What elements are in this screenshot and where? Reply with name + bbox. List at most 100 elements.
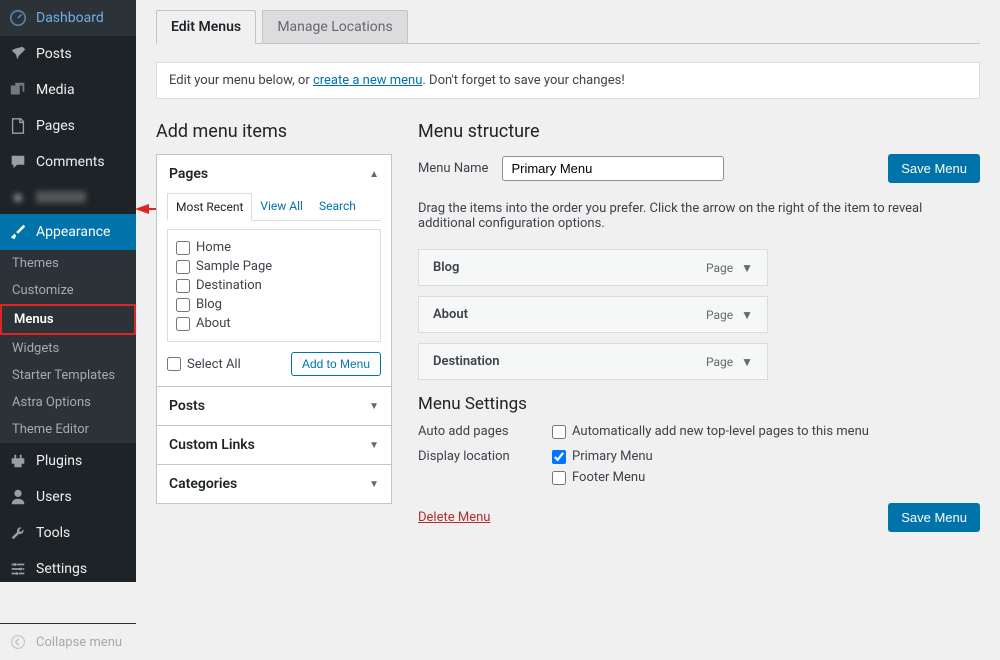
create-menu-link[interactable]: create a new menu	[313, 73, 422, 88]
location-primary-option[interactable]: Primary Menu	[552, 449, 653, 464]
sidebar-label: Tools	[36, 525, 70, 541]
location-primary-checkbox[interactable]	[552, 450, 566, 464]
select-all-checkbox[interactable]	[167, 357, 181, 371]
menu-item-type: Page	[706, 261, 733, 275]
sidebar-label: Users	[36, 489, 72, 505]
admin-sidebar: Dashboard Posts Media Pages Comments ■ A…	[0, 0, 136, 582]
sidebar-label: Gutenberg	[36, 597, 101, 613]
accordion-categories: Categories ▼	[156, 464, 392, 504]
caret-up-icon: ▲	[369, 169, 379, 180]
menu-name-input[interactable]	[502, 156, 724, 181]
sidebar-item-posts[interactable]: Posts	[0, 36, 136, 72]
pages-tab-recent[interactable]: Most Recent	[167, 193, 252, 221]
appearance-submenu: Themes Customize Menus Widgets Starter T…	[0, 250, 136, 443]
caret-down-icon[interactable]: ▼	[741, 261, 753, 275]
sidebar-sub-starter-templates[interactable]: Starter Templates	[0, 362, 136, 389]
add-to-menu-button[interactable]: Add to Menu	[291, 352, 381, 376]
menu-item[interactable]: About Page▼	[418, 296, 768, 333]
wrench-icon	[8, 523, 28, 543]
page-icon	[8, 116, 28, 136]
brush-icon	[8, 222, 28, 242]
structure-heading: Menu structure	[418, 121, 980, 142]
sidebar-item-pages[interactable]: Pages	[0, 108, 136, 144]
page-option[interactable]: Home	[176, 238, 372, 257]
save-menu-button-bottom[interactable]: Save Menu	[888, 503, 980, 532]
sidebar-label: Appearance	[36, 224, 110, 240]
sidebar-label: Pages	[36, 118, 75, 134]
menu-item-type: Page	[706, 355, 733, 369]
accordion-pages-toggle[interactable]: Pages ▲	[157, 155, 391, 193]
sidebar-sub-themes[interactable]: Themes	[0, 250, 136, 277]
sidebar-label: Posts	[36, 46, 72, 62]
accordion-title: Posts	[169, 398, 205, 414]
page-option[interactable]: Destination	[176, 276, 372, 295]
blurred-icon: ■	[8, 187, 28, 207]
delete-menu-link[interactable]: Delete Menu	[418, 510, 490, 525]
sidebar-label: Dashboard	[36, 10, 104, 26]
collapse-menu-button[interactable]: Collapse menu	[0, 623, 136, 660]
tab-edit-menus[interactable]: Edit Menus	[156, 10, 256, 44]
sidebar-item-dashboard[interactable]: Dashboard	[0, 0, 136, 36]
add-items-heading: Add menu items	[156, 121, 392, 142]
caret-down-icon[interactable]: ▼	[741, 308, 753, 322]
sidebar-item-tools[interactable]: Tools	[0, 515, 136, 551]
sidebar-label: Settings	[36, 561, 87, 577]
page-checkbox[interactable]	[176, 298, 190, 312]
sidebar-item-users[interactable]: Users	[0, 479, 136, 515]
menu-item[interactable]: Destination Page ▼	[418, 343, 768, 380]
sidebar-item-media[interactable]: Media	[0, 72, 136, 108]
auto-add-label: Auto add pages	[418, 424, 518, 439]
location-footer-checkbox[interactable]	[552, 471, 566, 485]
caret-down-icon: ▼	[369, 401, 379, 412]
menu-structure-column: Menu structure Menu Name Save Menu Drag …	[418, 121, 980, 532]
location-footer-option[interactable]: Footer Menu	[552, 470, 653, 485]
page-option[interactable]: Blog	[176, 295, 372, 314]
collapse-label: Collapse menu	[36, 635, 122, 650]
sidebar-sub-widgets[interactable]: Widgets	[0, 335, 136, 362]
page-checkbox[interactable]	[176, 241, 190, 255]
page-checkbox[interactable]	[176, 260, 190, 274]
dashboard-icon	[8, 8, 28, 28]
add-items-column: Add menu items Pages ▲ Most Recent View …	[156, 121, 392, 532]
sliders-icon	[8, 559, 28, 579]
menu-item-title: Destination	[433, 354, 500, 369]
auto-add-checkbox[interactable]	[552, 425, 566, 439]
pages-tab-viewall[interactable]: View All	[252, 193, 311, 220]
page-label: Home	[196, 240, 231, 255]
media-icon	[8, 80, 28, 100]
page-option[interactable]: Sample Page	[176, 257, 372, 276]
accordion-categories-toggle[interactable]: Categories ▼	[157, 465, 391, 503]
page-label: Destination	[196, 278, 262, 293]
display-location-label: Display location	[418, 449, 518, 464]
gutenberg-icon	[8, 595, 28, 615]
sidebar-item-comments[interactable]: Comments	[0, 144, 136, 180]
auto-add-option[interactable]: Automatically add new top-level pages to…	[552, 424, 869, 439]
menu-item[interactable]: Blog Page▼	[418, 249, 768, 286]
notice-text: . Don't forget to save your changes!	[422, 73, 624, 88]
caret-down-icon[interactable]: ▼	[741, 355, 753, 369]
pages-checklist: Home Sample Page Destination Blog About	[167, 229, 381, 342]
page-checkbox[interactable]	[176, 279, 190, 293]
sidebar-sub-menus[interactable]: Menus	[0, 304, 136, 335]
caret-down-icon: ▼	[369, 479, 379, 490]
sidebar-item-plugins[interactable]: Plugins	[0, 443, 136, 479]
select-all-option[interactable]: Select All	[167, 355, 241, 374]
accordion-title: Custom Links	[169, 437, 255, 453]
sidebar-sub-astra-options[interactable]: Astra Options	[0, 389, 136, 416]
sidebar-sub-theme-editor[interactable]: Theme Editor	[0, 416, 136, 443]
page-label: Blog	[196, 297, 222, 312]
accordion-custom-links-toggle[interactable]: Custom Links ▼	[157, 426, 391, 464]
sidebar-sub-customize[interactable]: Customize	[0, 277, 136, 304]
tab-manage-locations[interactable]: Manage Locations	[262, 10, 407, 44]
accordion-posts-toggle[interactable]: Posts ▼	[157, 387, 391, 425]
pages-tab-search[interactable]: Search	[311, 193, 364, 220]
sidebar-item-appearance[interactable]: Appearance	[0, 214, 136, 250]
pages-filter-tabs: Most Recent View All Search	[167, 193, 381, 221]
page-label: Sample Page	[196, 259, 272, 274]
page-checkbox[interactable]	[176, 317, 190, 331]
plugin-icon	[8, 451, 28, 471]
nav-tabs: Edit Menus Manage Locations	[156, 10, 980, 44]
save-menu-button-top[interactable]: Save Menu	[888, 154, 980, 183]
page-option[interactable]: About	[176, 314, 372, 333]
sidebar-item-gutenberg[interactable]: Gutenberg	[0, 587, 136, 623]
